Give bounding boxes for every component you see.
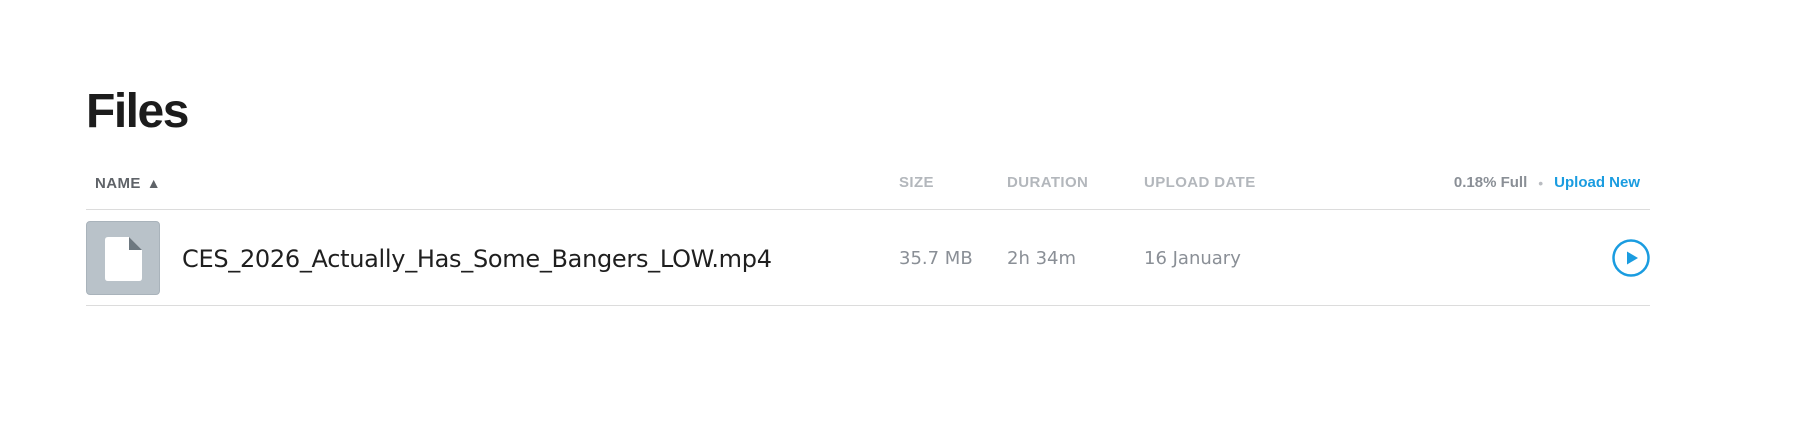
file-icon	[105, 237, 142, 281]
duration-column-header[interactable]: DURATION	[1007, 173, 1088, 193]
file-size: 35.7 MB	[899, 248, 973, 269]
page-title: Files	[86, 85, 189, 138]
table-header: NAME ▲ SIZE DURATION UPLOAD DATE 0.18% Fu…	[86, 160, 1650, 210]
size-column-header[interactable]: SIZE	[899, 173, 934, 193]
play-button[interactable]	[1612, 239, 1650, 277]
upload-date-column-header[interactable]: UPLOAD DATE	[1144, 173, 1256, 193]
storage-usage: 0.18% Full	[1453, 174, 1528, 191]
sort-ascending-icon: ▲	[146, 175, 162, 191]
file-upload-date: 16 January	[1144, 248, 1241, 269]
name-column-label: NAME	[95, 175, 141, 192]
name-column-header[interactable]: NAME ▲	[95, 173, 161, 194]
play-icon	[1612, 239, 1650, 277]
storage-info: 0.18% Full • Upload New	[1454, 173, 1640, 193]
file-duration: 2h 34m	[1007, 248, 1077, 269]
file-name[interactable]: CES_2026_Actually_Has_Some_Bangers_LOW.m…	[182, 245, 772, 273]
file-thumbnail	[86, 221, 160, 295]
table-row[interactable]: CES_2026_Actually_Has_Some_Bangers_LOW.m…	[86, 211, 1650, 306]
upload-new-link[interactable]: Upload New	[1554, 173, 1640, 193]
files-page: Files NAME ▲ SIZE DURATION UPLOAD DATE 0.…	[86, 0, 1650, 440]
separator-dot: •	[1538, 175, 1544, 191]
